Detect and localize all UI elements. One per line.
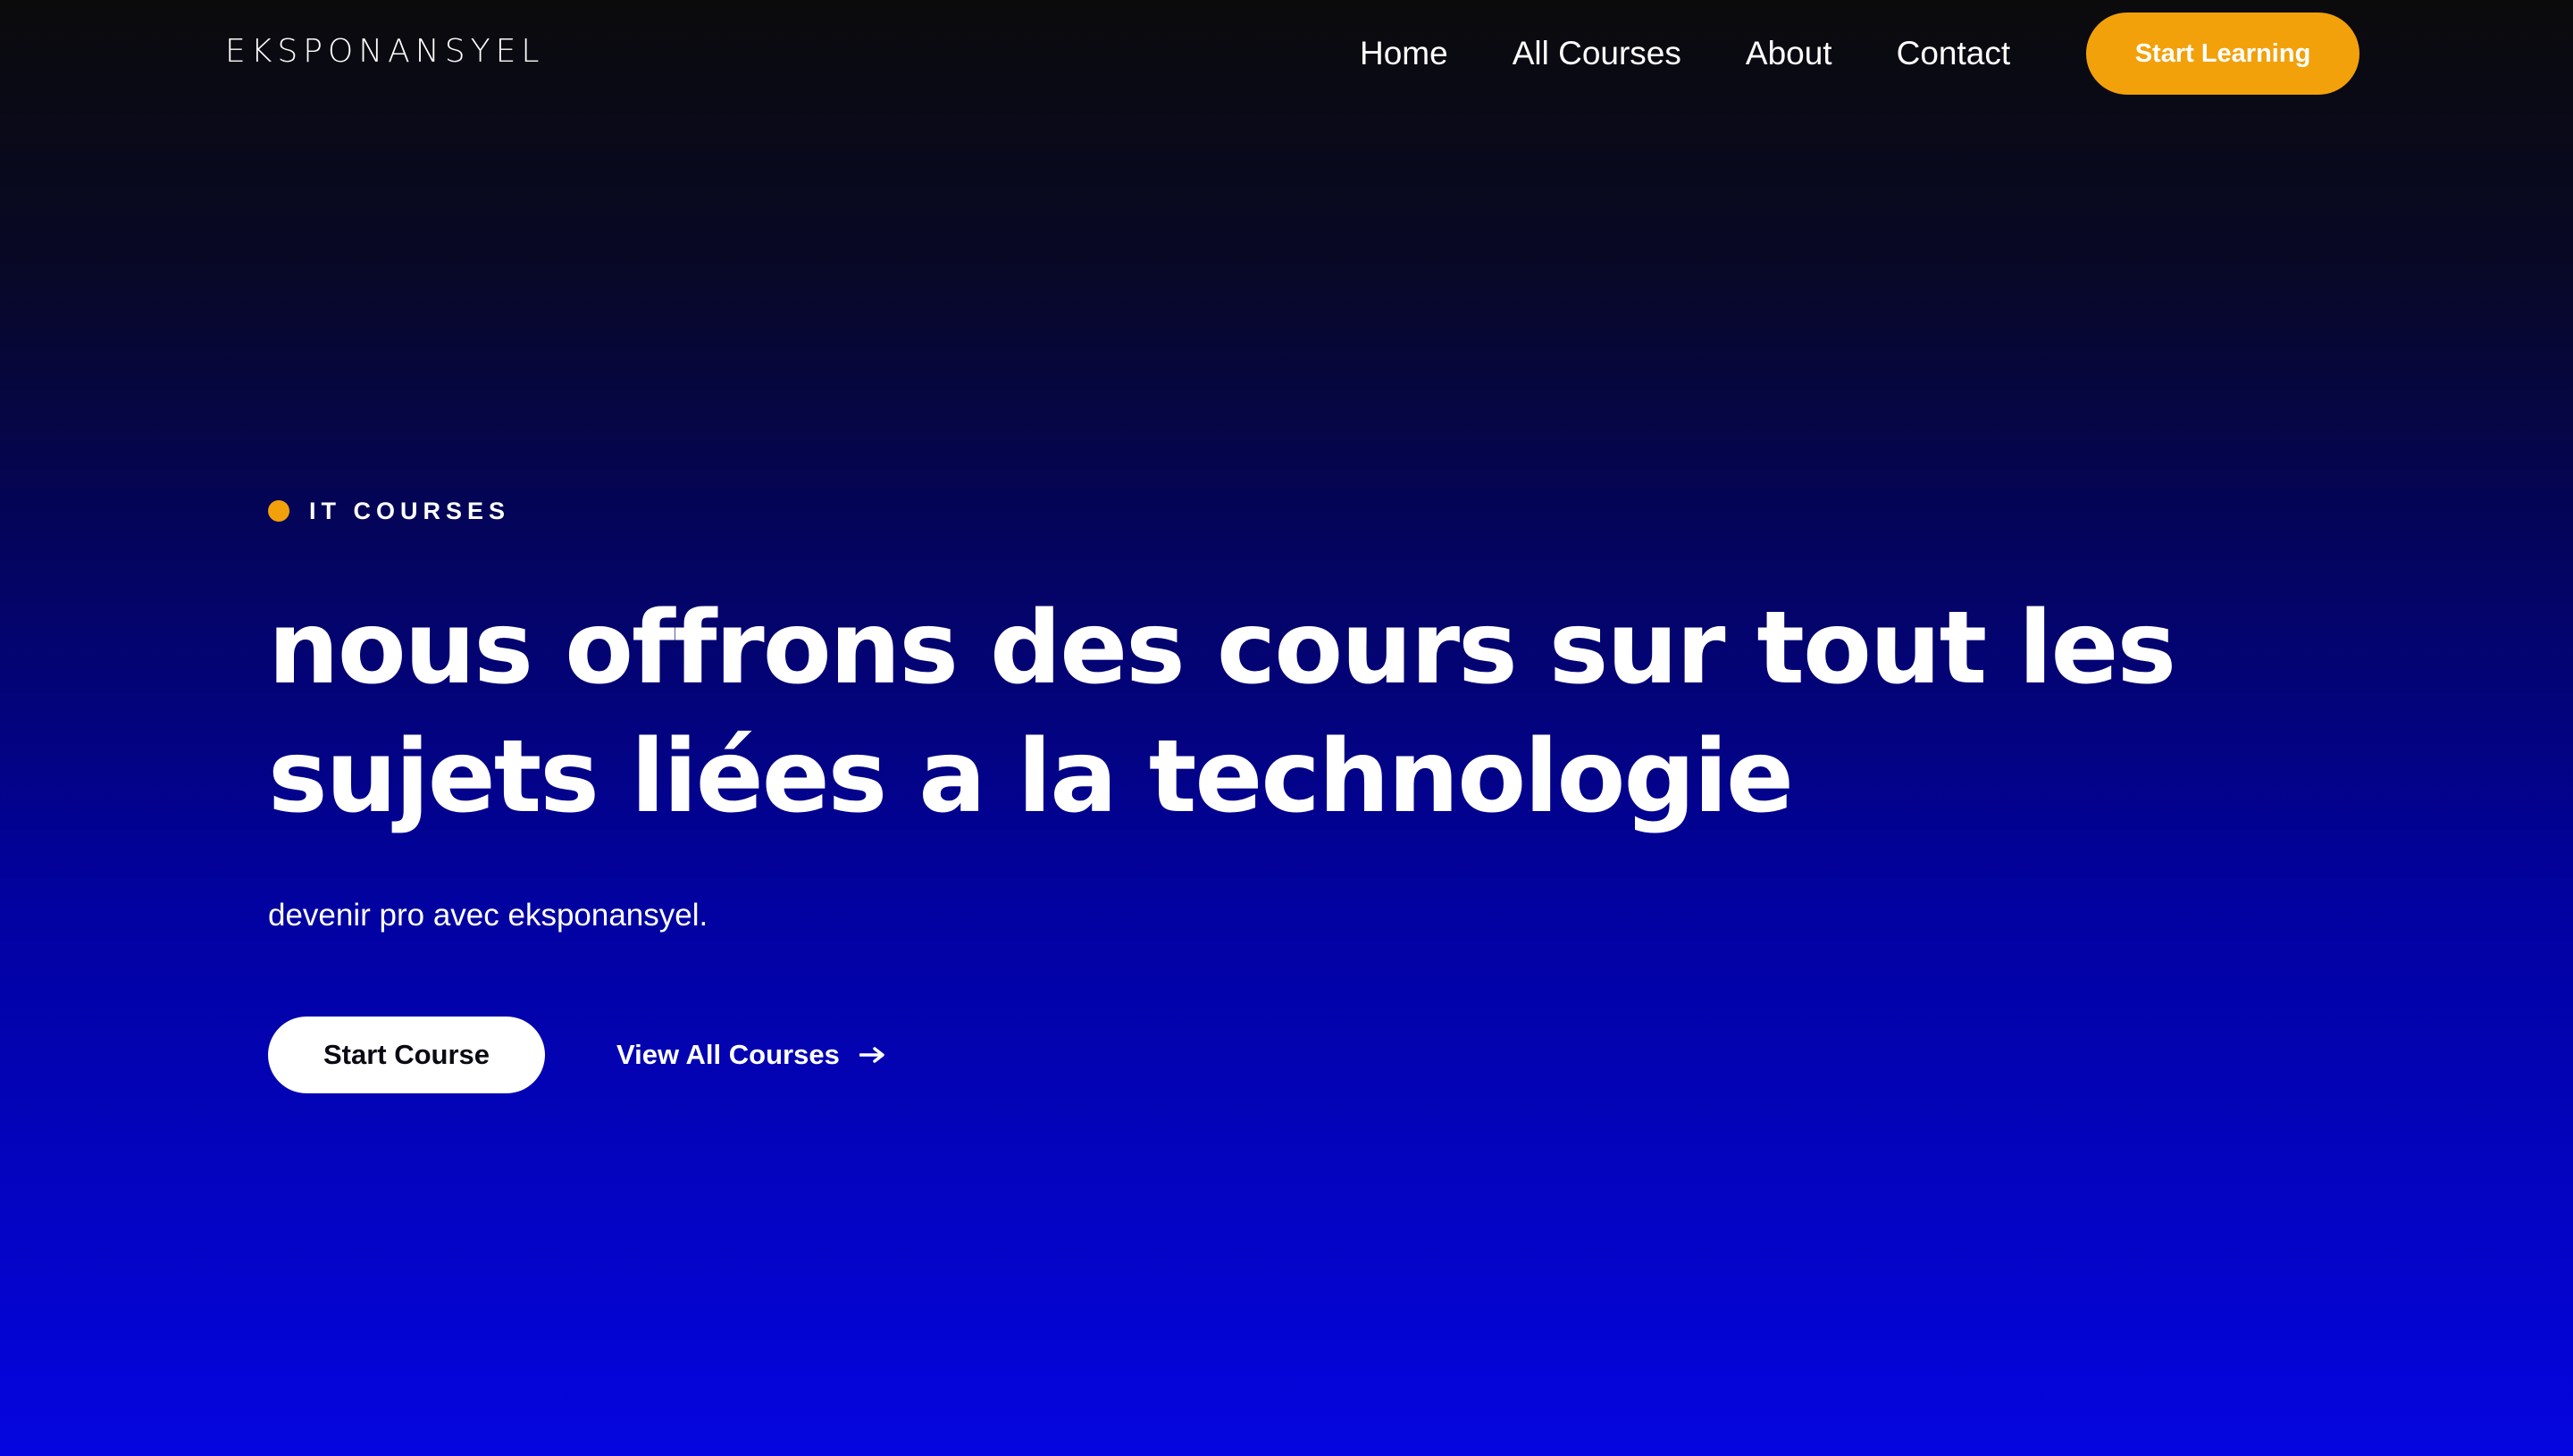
nav-link-all-courses[interactable]: All Courses (1513, 31, 1681, 76)
hero-subtext: devenir pro avec eksponansyel. (268, 898, 708, 933)
view-all-courses-label: View All Courses (616, 1039, 840, 1070)
nav-link-about[interactable]: About (1746, 31, 1832, 76)
arrow-right-icon (859, 1047, 884, 1063)
hero-section: IT COURSES nous offrons des cours sur to… (268, 482, 2323, 1093)
nav-link-contact[interactable]: Contact (1897, 31, 2011, 76)
main-nav: Home All Courses About Contact (1360, 31, 2010, 76)
top-navbar: EKSPONANSYEL Home All Courses About Cont… (0, 0, 2573, 107)
start-learning-button[interactable]: Start Learning (2086, 13, 2359, 95)
headline-line-2: sujets liées a la technologie (268, 719, 1794, 835)
nav-link-home[interactable]: Home (1360, 31, 1448, 76)
logo-text: EKSPONANSYEL (225, 33, 545, 70)
start-course-button[interactable]: Start Course (268, 1017, 545, 1093)
hero-cta-row: Start Course View All Courses (268, 1017, 2323, 1093)
hero-eyebrow: IT COURSES (268, 482, 2323, 540)
view-all-courses-link[interactable]: View All Courses (616, 1039, 886, 1071)
hero-headline: nous offrons des cours sur tout les suje… (268, 584, 2323, 841)
eyebrow-dot-icon (268, 500, 289, 522)
eyebrow-label: IT COURSES (309, 497, 511, 524)
headline-line-1: nous offrons des cours sur tout les (268, 590, 2176, 707)
site-logo[interactable]: EKSPONANSYEL (225, 34, 544, 70)
